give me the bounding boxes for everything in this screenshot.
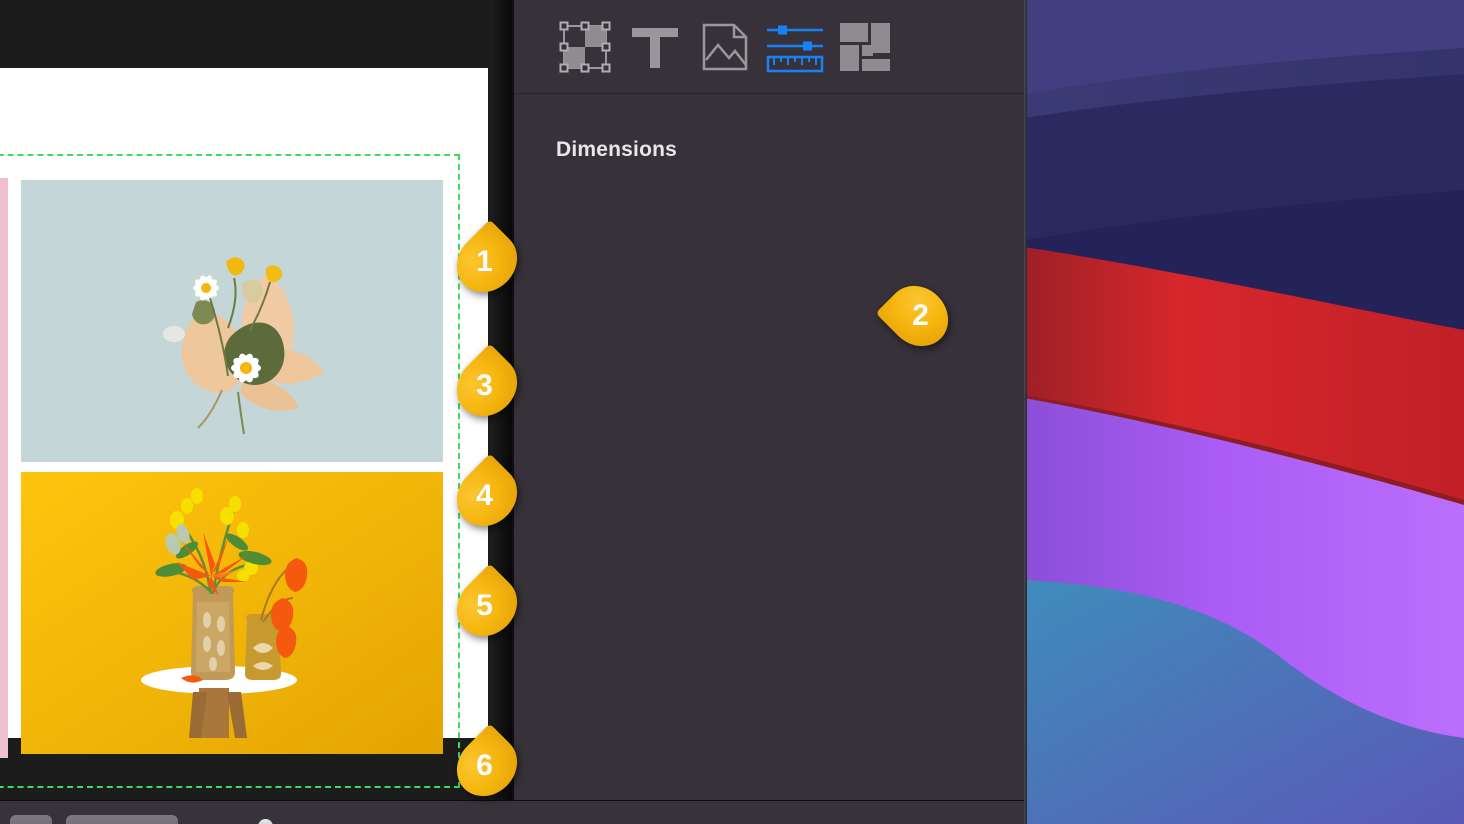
- window-right-edge: [1024, 0, 1027, 824]
- tab-layout[interactable]: [830, 14, 900, 80]
- callout-badge-6: 6: [444, 723, 530, 809]
- image-placeholder-icon: [698, 20, 752, 74]
- desktop-wallpaper: [1024, 0, 1464, 824]
- inspector-panel: Dimensions Preset 10 x 10 in 300 dpi 1* …: [512, 0, 1024, 824]
- tab-transform[interactable]: [550, 14, 620, 80]
- callout-badge-3: 3: [444, 343, 530, 429]
- sliders-ruler-icon: [764, 20, 826, 74]
- bottom-button-1[interactable]: [10, 815, 52, 824]
- callout-badge-4: 4: [444, 453, 530, 539]
- callout-badge-5: 5: [444, 563, 530, 649]
- tab-text[interactable]: [620, 14, 690, 80]
- dimensions-form: Dimensions: [512, 95, 1024, 824]
- callout-badge-1: 1: [444, 219, 530, 305]
- bottom-toolbar: [0, 800, 1024, 824]
- bottom-slider-knob[interactable]: [258, 819, 273, 824]
- tab-dimensions[interactable]: [760, 14, 830, 80]
- safe-zone-guide: [0, 154, 460, 788]
- text-t-icon: [628, 20, 682, 74]
- grid-layout-icon: [838, 20, 892, 74]
- section-title-dimensions: Dimensions: [556, 138, 678, 161]
- selection-handles-icon: [558, 20, 612, 74]
- tab-image[interactable]: [690, 14, 760, 80]
- spread-page[interactable]: [0, 68, 488, 788]
- bottom-button-2[interactable]: [66, 815, 178, 824]
- inspector-toolbar: [512, 0, 1024, 94]
- document-canvas[interactable]: [0, 0, 512, 800]
- callout-badge-2: 2: [875, 273, 961, 359]
